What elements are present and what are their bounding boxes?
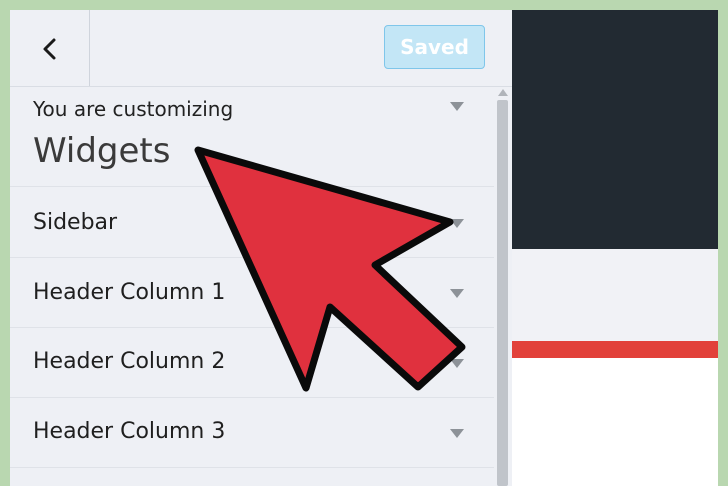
customizing-title: Widgets xyxy=(33,131,171,171)
section-label: Header Column 2 xyxy=(33,349,226,374)
section-header-column-1[interactable]: Header Column 1 xyxy=(10,258,494,328)
site-preview-body xyxy=(512,358,718,486)
caret-down-icon xyxy=(450,102,464,111)
section-sidebar[interactable]: Sidebar xyxy=(10,188,494,258)
section-next[interactable] xyxy=(10,468,494,486)
site-preview-accent-bar xyxy=(512,341,718,358)
scrollbar-thumb[interactable] xyxy=(497,100,508,486)
section-header-column-3[interactable]: Header Column 3 xyxy=(10,398,494,468)
section-label: Header Column 1 xyxy=(33,280,226,305)
screen-frame: Saved You are customizing Widgets Sideba… xyxy=(10,10,718,486)
scroll-up-arrow-icon[interactable] xyxy=(498,89,508,96)
section-header-column-2[interactable]: Header Column 2 xyxy=(10,328,494,398)
chevron-left-icon xyxy=(43,38,56,60)
customizer-header: Saved xyxy=(10,10,512,87)
site-preview-band xyxy=(512,249,718,341)
caret-down-icon xyxy=(450,219,464,228)
customizer-panel: Saved You are customizing Widgets Sideba… xyxy=(10,10,512,486)
back-button[interactable] xyxy=(10,10,90,86)
caret-down-icon xyxy=(450,429,464,438)
section-label: Header Column 3 xyxy=(33,419,226,444)
site-preview-header xyxy=(512,10,718,249)
saved-button[interactable]: Saved xyxy=(384,25,485,69)
customizing-subtitle: You are customizing xyxy=(33,97,234,121)
customizing-info[interactable]: You are customizing Widgets xyxy=(10,87,494,187)
caret-down-icon xyxy=(450,359,464,368)
section-label: Sidebar xyxy=(33,210,118,235)
caret-down-icon xyxy=(450,289,464,298)
